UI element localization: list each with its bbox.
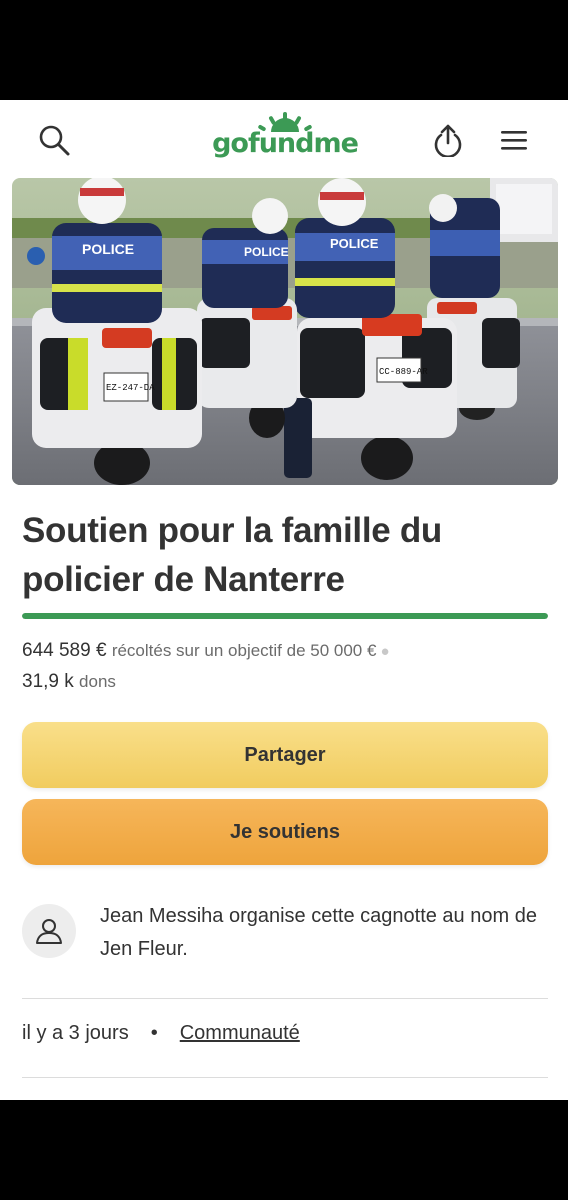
funding-progress-bar <box>22 613 548 619</box>
logo-wordmark: gofundme <box>212 128 359 159</box>
top-header: gofundme <box>0 100 568 178</box>
avatar[interactable] <box>22 904 76 958</box>
vest-label-right: POLICE <box>330 236 379 251</box>
share-upload-icon[interactable] <box>428 120 468 160</box>
divider-bottom <box>22 1077 548 1078</box>
gofundme-logo[interactable]: gofundme <box>210 112 360 166</box>
donations-label: dons <box>79 672 116 691</box>
campaign-page: gofundme POLICE POLICE POLICE EZ-247-DA … <box>0 100 568 1100</box>
search-icon[interactable] <box>34 120 74 160</box>
menu-icon[interactable] <box>494 120 534 160</box>
plate-left: EZ-247-DA <box>106 383 155 393</box>
bullet-separator: • <box>150 1022 158 1044</box>
campaign-meta: il y a 3 jours • Communauté <box>22 1022 300 1045</box>
vest-label-mid: POLICE <box>244 245 289 259</box>
amount-raised: 644 589 € <box>22 640 107 661</box>
organizer-text: Jean Messiha organise cette cagnotte au … <box>100 905 537 960</box>
divider <box>22 998 548 999</box>
campaign-title: Soutien pour la famille du policier de N… <box>22 511 443 599</box>
user-icon <box>36 919 62 944</box>
plate-right: CC-889-AR <box>379 367 428 377</box>
donate-button[interactable]: Je soutiens <box>22 799 548 865</box>
organizer-section: Jean Messiha organise cette cagnotte au … <box>22 900 548 970</box>
category-link[interactable]: Communauté <box>180 1022 300 1045</box>
donations-count: 31,9 k <box>22 671 74 692</box>
motorcycle-mid-left <box>197 198 297 438</box>
funding-progress-fill <box>22 613 548 619</box>
funding-stats: 644 589 € récoltés sur un objectif de 50… <box>22 636 552 697</box>
posted-time: il y a 3 jours <box>22 1022 129 1044</box>
share-button[interactable]: Partager <box>22 722 548 788</box>
campaign-hero-image[interactable]: POLICE POLICE POLICE EZ-247-DA CC-889-AR <box>12 178 558 485</box>
separator-dot: ● <box>380 643 390 660</box>
vest-label-left: POLICE <box>82 241 134 257</box>
goal-text: récoltés sur un objectif de 50 000 € <box>111 641 377 660</box>
